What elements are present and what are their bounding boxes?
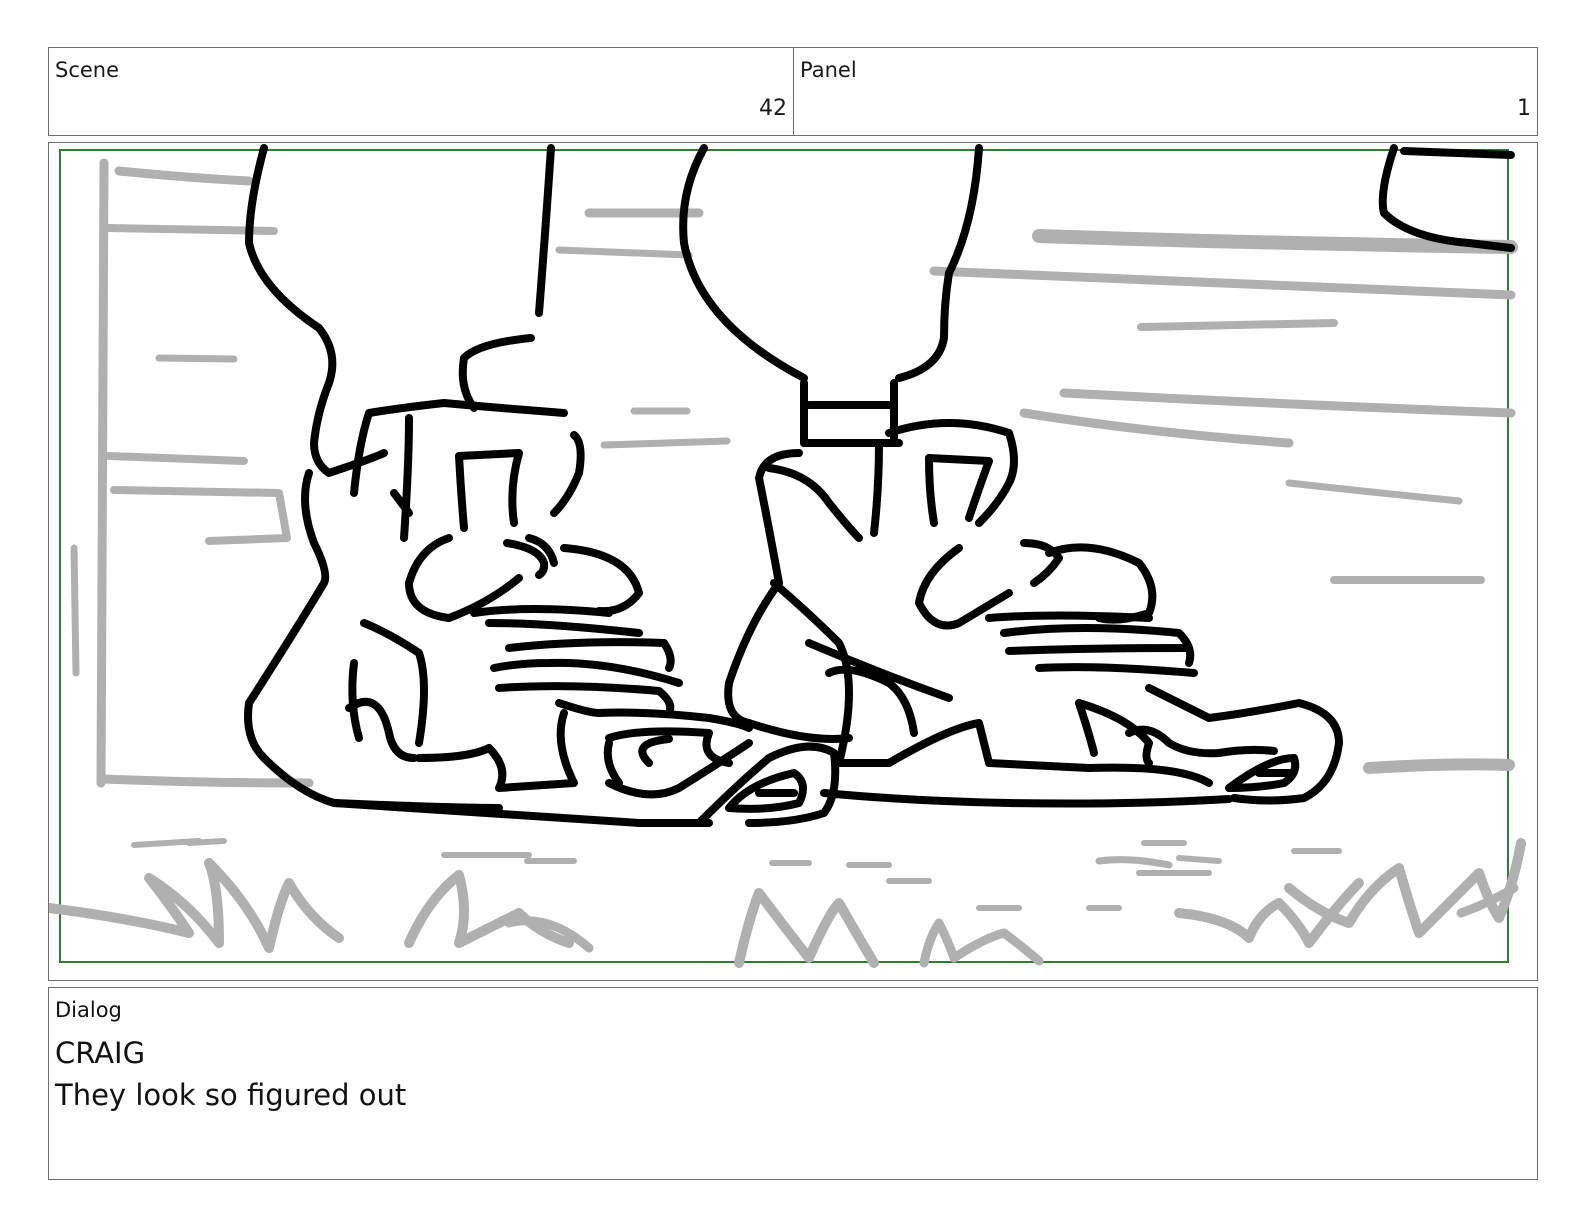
panel-header: Scene 42 Panel 1 (48, 47, 1538, 136)
sketch-image (49, 144, 1526, 968)
scene-label: Scene (55, 58, 120, 82)
scene-number: 42 (759, 96, 787, 121)
dialog-character-name: CRAIG (55, 1036, 146, 1070)
scene-cell: Scene 42 (49, 48, 794, 135)
safe-area-guide (59, 149, 1509, 963)
storyboard-frame (48, 142, 1538, 981)
dialog-line: They look so figured out (55, 1078, 407, 1112)
dialog-label: Dialog (55, 998, 122, 1022)
dialog-box: Dialog CRAIG They look so figured out (48, 987, 1538, 1180)
panel-cell: Panel 1 (794, 48, 1537, 135)
panel-label: Panel (800, 58, 857, 82)
panel-number: 1 (1517, 96, 1531, 121)
